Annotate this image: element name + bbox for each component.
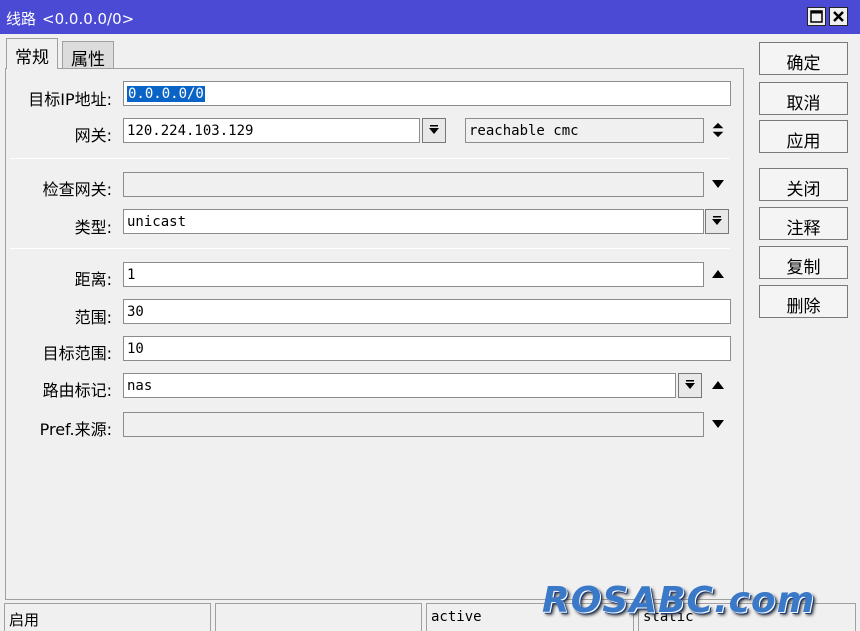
pref-src-field[interactable] xyxy=(123,412,704,437)
tab-attributes[interactable]: 属性 xyxy=(62,41,114,70)
close-window-button[interactable] xyxy=(829,7,848,26)
dst-address-field[interactable]: 0.0.0.0/0 xyxy=(123,81,731,106)
dst-address-value: 0.0.0.0/0 xyxy=(127,86,205,102)
separator xyxy=(10,248,730,249)
comment-button[interactable]: 注释 xyxy=(759,207,848,240)
routing-mark-field[interactable]: nas xyxy=(123,373,676,398)
general-panel xyxy=(5,68,744,600)
type-label: 类型: xyxy=(74,218,112,237)
scope-label: 范围: xyxy=(74,308,112,327)
check-gateway-field[interactable] xyxy=(123,172,704,197)
tab-general[interactable]: 常规 xyxy=(6,38,58,69)
cancel-button[interactable]: 取消 xyxy=(759,82,848,115)
chevron-up-icon[interactable] xyxy=(710,377,726,393)
distance-field[interactable]: 1 xyxy=(123,262,704,287)
distance-label: 距离: xyxy=(74,270,112,289)
maximize-icon xyxy=(810,10,823,23)
window-title: 线路 <0.0.0.0/0> xyxy=(6,8,134,29)
dropdown-icon xyxy=(712,216,722,225)
routing-mark-label: 路由标记: xyxy=(42,381,112,400)
scope-field[interactable]: 30 xyxy=(123,299,731,324)
dst-address-label: 目标IP地址: xyxy=(28,90,112,109)
gateway-dropdown-button[interactable] xyxy=(422,118,446,143)
check-gateway-label: 检查网关: xyxy=(42,180,112,199)
chevron-down-icon[interactable] xyxy=(710,416,726,432)
maximize-button[interactable] xyxy=(807,7,826,26)
status-enabled: 启用 xyxy=(4,603,211,631)
routing-mark-dropdown-button[interactable] xyxy=(678,373,702,398)
watermark-logo: ROSABC.com xyxy=(542,580,816,621)
status-blank xyxy=(215,603,422,631)
gateway-field[interactable]: 120.224.103.129 xyxy=(123,118,420,143)
separator xyxy=(10,158,730,159)
type-dropdown-button[interactable] xyxy=(705,209,729,234)
ok-button[interactable]: 确定 xyxy=(759,42,848,75)
window-subtitle: <0.0.0.0/0> xyxy=(42,10,135,28)
chevron-up-icon[interactable] xyxy=(710,266,726,282)
dropdown-icon xyxy=(429,125,439,134)
target-scope-label: 目标范围: xyxy=(42,344,112,363)
window-title-text: 线路 xyxy=(6,10,37,28)
apply-button[interactable]: 应用 xyxy=(759,120,848,153)
remove-button[interactable]: 删除 xyxy=(759,285,848,318)
chevron-down-icon[interactable] xyxy=(710,176,726,192)
updown-arrow-icon[interactable] xyxy=(710,122,726,138)
close-icon xyxy=(833,11,844,22)
target-scope-field[interactable]: 10 xyxy=(123,336,731,361)
copy-button[interactable]: 复制 xyxy=(759,246,848,279)
close-button[interactable]: 关闭 xyxy=(759,168,848,201)
dropdown-icon xyxy=(685,380,695,389)
pref-src-label: Pref.来源: xyxy=(39,420,112,439)
type-field[interactable]: unicast xyxy=(123,209,704,234)
gateway-label: 网关: xyxy=(74,126,112,145)
title-bar: 线路 <0.0.0.0/0> xyxy=(0,0,860,34)
gateway-state-field: reachable cmc xyxy=(465,118,704,143)
